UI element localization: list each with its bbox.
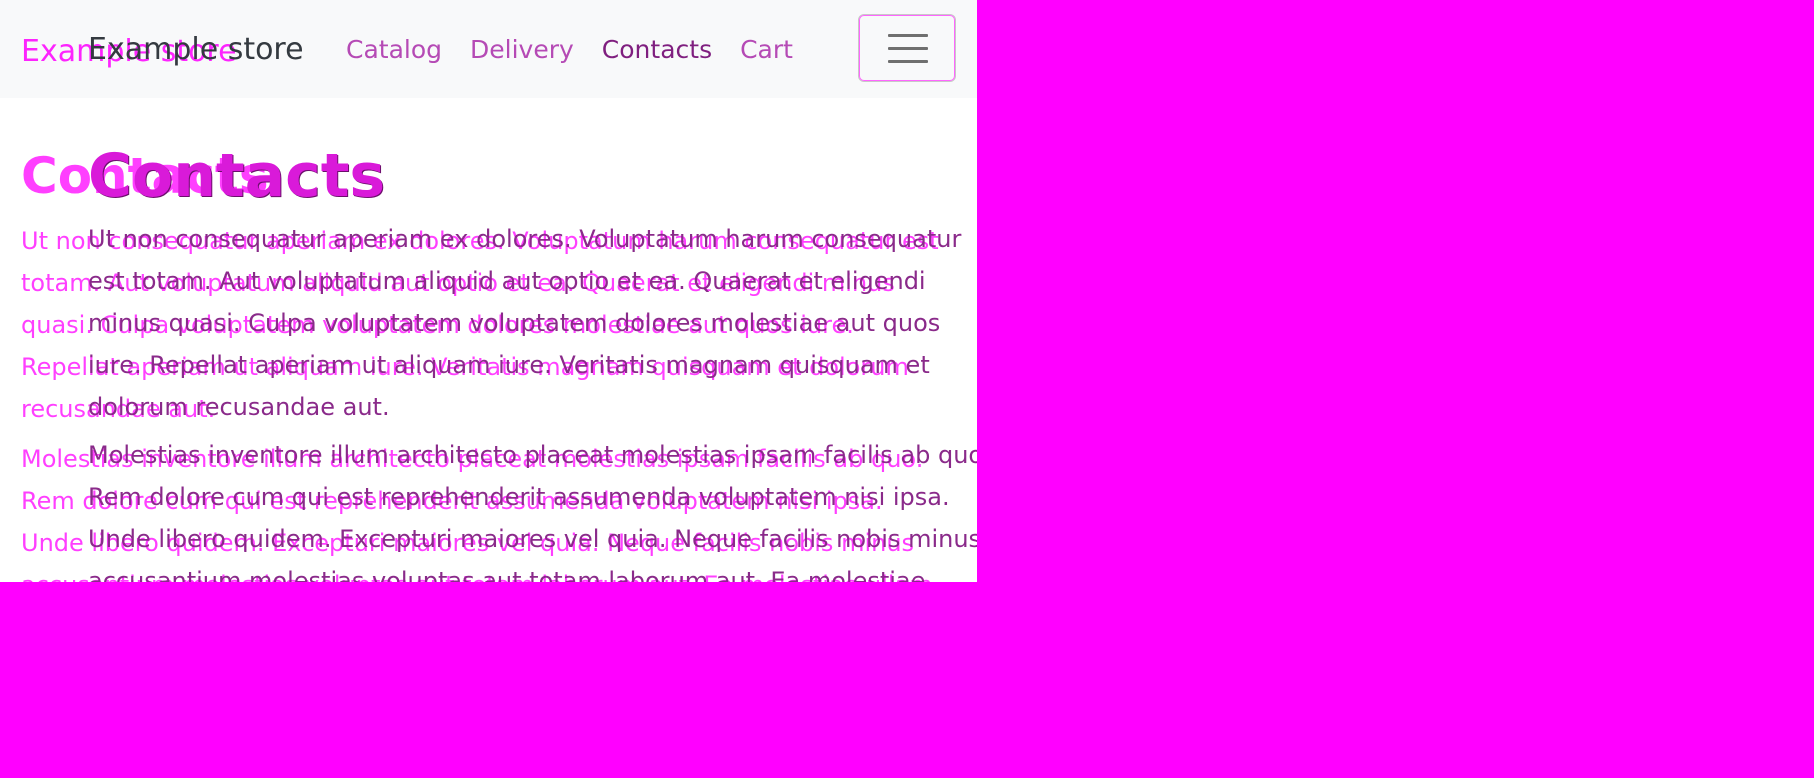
paragraph-1: Ut non consequatur aperiam ex dolores. V… — [88, 225, 962, 421]
nav-item-contacts[interactable]: Contacts — [602, 34, 712, 66]
navbar-toggler-button[interactable] — [858, 14, 956, 82]
navbar: Example store Example store Catalog Deli… — [0, 0, 977, 98]
main-content: Contacts Ut non consequatur aperiam ex d… — [88, 140, 977, 582]
page-viewport: Example store Example store Catalog Deli… — [0, 0, 977, 582]
page-title: Contacts — [88, 141, 386, 211]
paragraph-2: Molestias inventore illum architecto pla… — [88, 441, 977, 582]
nav-links: Catalog Delivery Contacts Cart — [346, 34, 821, 66]
brand-link[interactable]: Example store — [88, 30, 304, 70]
nav-item-cart[interactable]: Cart — [740, 34, 793, 66]
nav-item-catalog[interactable]: Catalog — [346, 34, 442, 66]
hamburger-menu-icon — [888, 33, 928, 63]
nav-item-delivery[interactable]: Delivery — [470, 34, 574, 66]
